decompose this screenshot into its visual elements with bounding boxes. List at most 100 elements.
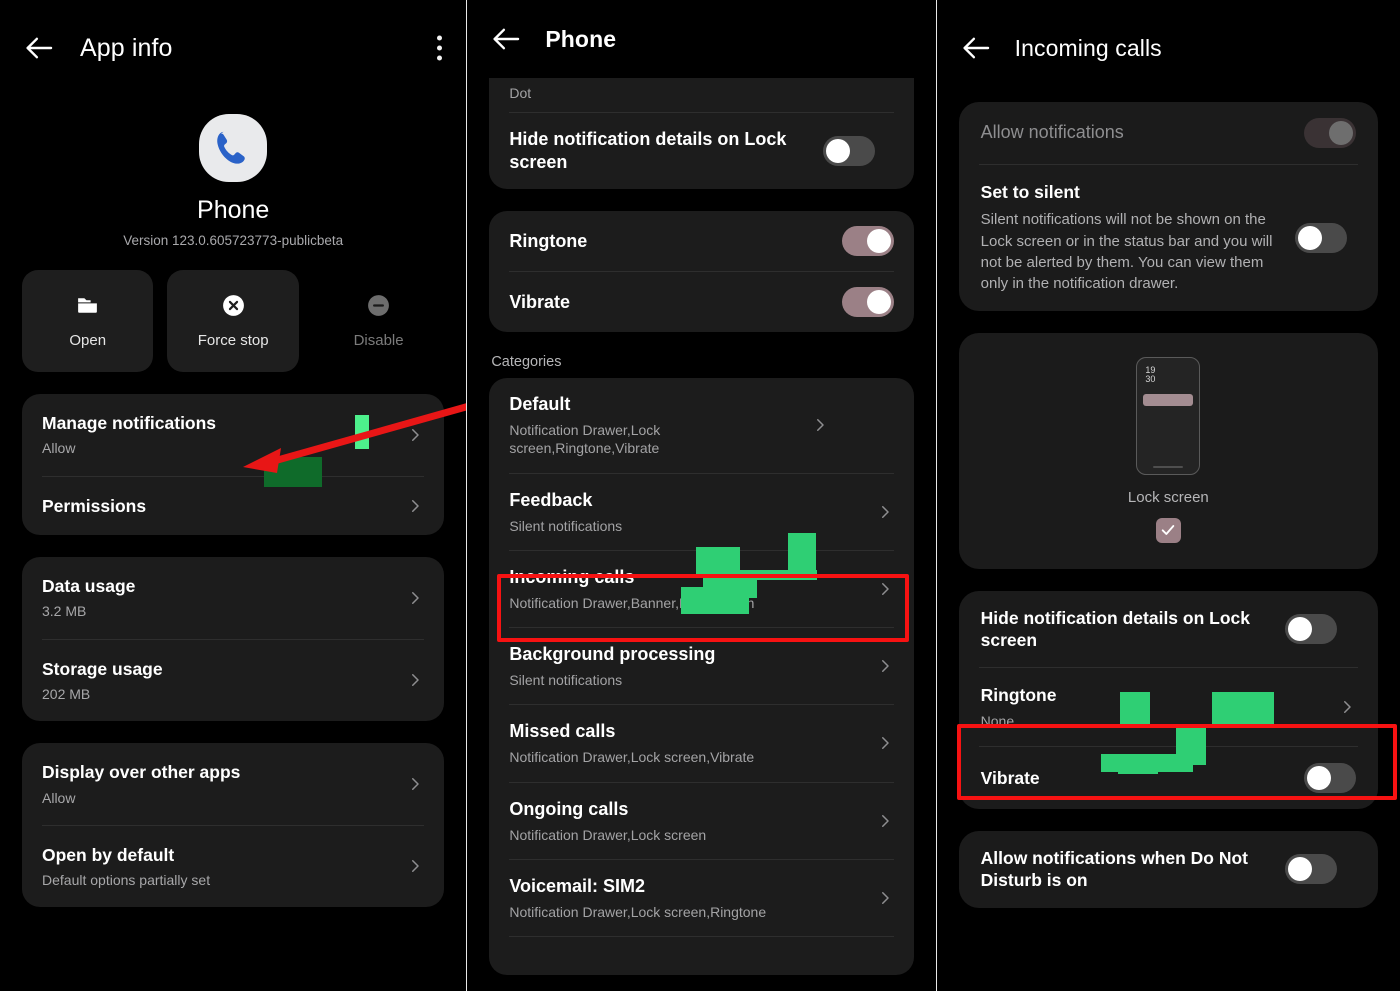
minus-circle-icon [366,293,391,318]
vibrate-toggle-row[interactable]: Vibrate [489,272,913,332]
open-by-default-row[interactable]: Open by default Default options partiall… [22,826,444,908]
display-over-other-apps-row[interactable]: Display over other apps Allow [22,743,444,825]
category-row-default[interactable]: Default Notification Drawer,Lock screen,… [489,378,913,472]
page-title: App info [80,33,173,62]
panel-incoming-calls: Incoming calls Allow notifications Set t… [936,0,1400,991]
dot-row-partial[interactable]: Dot [489,78,913,112]
mock-notification-bar [1143,393,1194,406]
app-identity: Phone Version 123.0.605723773-publicbeta [0,96,466,248]
mock-home-indicator [1153,465,1184,468]
allow-when-dnd-title: Allow notifications when Do Not Disturb … [980,847,1249,891]
category-subtitle: Notification Drawer,Lock screen,Vibrate [509,749,755,766]
defaults-card: Display over other apps Allow Open by de… [22,743,445,908]
category-subtitle: Notification Drawer,Lock screen,Ringtone… [509,422,661,457]
chevron-right-icon [406,671,424,689]
sound-card: Ringtone Vibrate [489,211,914,333]
mock-clock: 19 30 [1145,364,1156,385]
ringtone-title: Ringtone [980,685,1057,706]
storage-usage-value: 202 MB [42,685,91,702]
x-circle-icon [221,293,246,318]
hide-notification-details-row[interactable]: Hide notification details on Lock screen [489,113,913,189]
lock-screen-preview: 19 30 Lock screen [959,333,1378,569]
permissions-row[interactable]: Permissions [22,477,444,535]
back-arrow-icon[interactable] [959,31,993,65]
category-title: Default [509,394,571,415]
set-to-silent-title: Set to silent [980,182,1080,202]
hide-notification-details-toggle[interactable] [1284,613,1337,644]
usage-card: Data usage 3.2 MB Storage usage 202 MB [22,556,445,722]
allow-notifications-toggle[interactable] [1304,118,1356,148]
ringtone-label: Ringtone [509,230,588,251]
lock-screen-card: Dot Hide notification details on Lock sc… [489,78,914,190]
allow-when-dnd-toggle[interactable] [1284,854,1337,885]
force-stop-button-label: Force stop [197,332,269,349]
checkmark-icon [1162,525,1175,536]
data-usage-value: 3.2 MB [42,603,87,620]
chevron-right-icon [811,416,829,434]
set-to-silent-description: Silent notifications will not be shown o… [980,211,1273,293]
hide-notification-details-row[interactable]: Hide notification details on Lock screen [959,591,1378,668]
phone-notifications-header: Phone [467,0,936,78]
hide-notification-details-title: Hide notification details on Lock screen [980,607,1250,650]
chevron-right-icon [406,775,424,793]
disable-button-label: Disable [353,332,404,349]
back-arrow-icon[interactable] [22,31,56,65]
open-button[interactable]: Open [22,270,154,372]
ringtone-toggle-row[interactable]: Ringtone [489,211,913,271]
category-row-voicemail-sim2[interactable]: Voicemail: SIM2 Notification Drawer,Lock… [489,860,913,936]
allow-when-dnd-row[interactable]: Allow notifications when Do Not Disturb … [959,831,1378,908]
back-arrow-icon[interactable] [489,22,523,56]
panel-app-info: App info Phone Version 123.0.605723773-p… [0,0,467,991]
category-title: Voicemail: SIM2 [509,875,646,896]
phone-app-icon [199,114,268,182]
open-by-default-title: Open by default [42,844,175,865]
lock-screen-preview-card: 19 30 Lock screen [958,332,1378,569]
chevron-right-icon [876,889,894,907]
category-row-ongoing-calls[interactable]: Ongoing calls Notification Drawer,Lock s… [489,783,913,859]
app-name: Phone [197,196,270,224]
hide-notification-details-toggle[interactable] [823,136,876,167]
display-over-other-apps-value: Allow [42,789,76,806]
category-row-feedback[interactable]: Feedback Silent notifications [489,474,913,550]
data-usage-row[interactable]: Data usage 3.2 MB [22,557,444,639]
open-by-default-value: Default options partially set [42,872,211,889]
page-title: Incoming calls [1014,34,1162,61]
app-version: Version 123.0.605723773-publicbeta [123,233,344,248]
set-to-silent-row[interactable]: Set to silent Silent notifications will … [959,165,1378,311]
category-row-missed-calls[interactable]: Missed calls Notification Drawer,Lock sc… [489,705,913,781]
permissions-title: Permissions [42,495,147,516]
category-row-partial[interactable] [489,937,913,975]
category-title: Feedback [509,489,593,510]
three-panel-screenshot: App info Phone Version 123.0.605723773-p… [0,0,1400,991]
categories-section-label: Categories [491,354,562,371]
panel-phone-notifications: Phone Dot Hide notification details on L… [467,0,936,991]
ringtone-toggle[interactable] [841,226,894,257]
allow-notifications-label: Allow notifications [980,122,1124,143]
data-usage-title: Data usage [42,575,136,596]
force-stop-button[interactable]: Force stop [167,270,299,372]
incoming-calls-header: Incoming calls [937,0,1400,96]
manage-notifications-title: Manage notifications [42,413,217,433]
category-title: Missed calls [509,721,616,742]
storage-usage-row[interactable]: Storage usage 202 MB [22,640,444,722]
allow-notifications-row[interactable]: Allow notifications [959,102,1378,164]
app-action-buttons: Open Force stop Disable [0,248,466,372]
dnd-card: Allow notifications when Do Not Disturb … [958,830,1378,908]
kebab-menu-icon[interactable] [437,35,443,61]
chevron-right-icon [1338,698,1356,716]
notifications-card: Manage notifications Allow Permissions [22,394,445,535]
ringtone-highlight-box [956,724,1397,800]
lock-screen-checkbox[interactable] [1155,517,1181,543]
category-subtitle: Notification Drawer,Lock screen [509,826,707,843]
storage-usage-title: Storage usage [42,658,163,679]
category-title: Background processing [509,644,716,665]
vibrate-toggle[interactable] [841,287,894,318]
chevron-right-icon [406,426,424,444]
incoming-calls-highlight-box [497,574,910,642]
manage-notifications-row[interactable]: Manage notifications Allow [22,394,444,476]
vibrate-label: Vibrate [509,291,571,312]
set-to-silent-toggle[interactable] [1294,222,1347,253]
disable-button: Disable [313,270,444,372]
manage-notifications-value: Allow [42,440,76,457]
chevron-right-icon [876,734,894,752]
